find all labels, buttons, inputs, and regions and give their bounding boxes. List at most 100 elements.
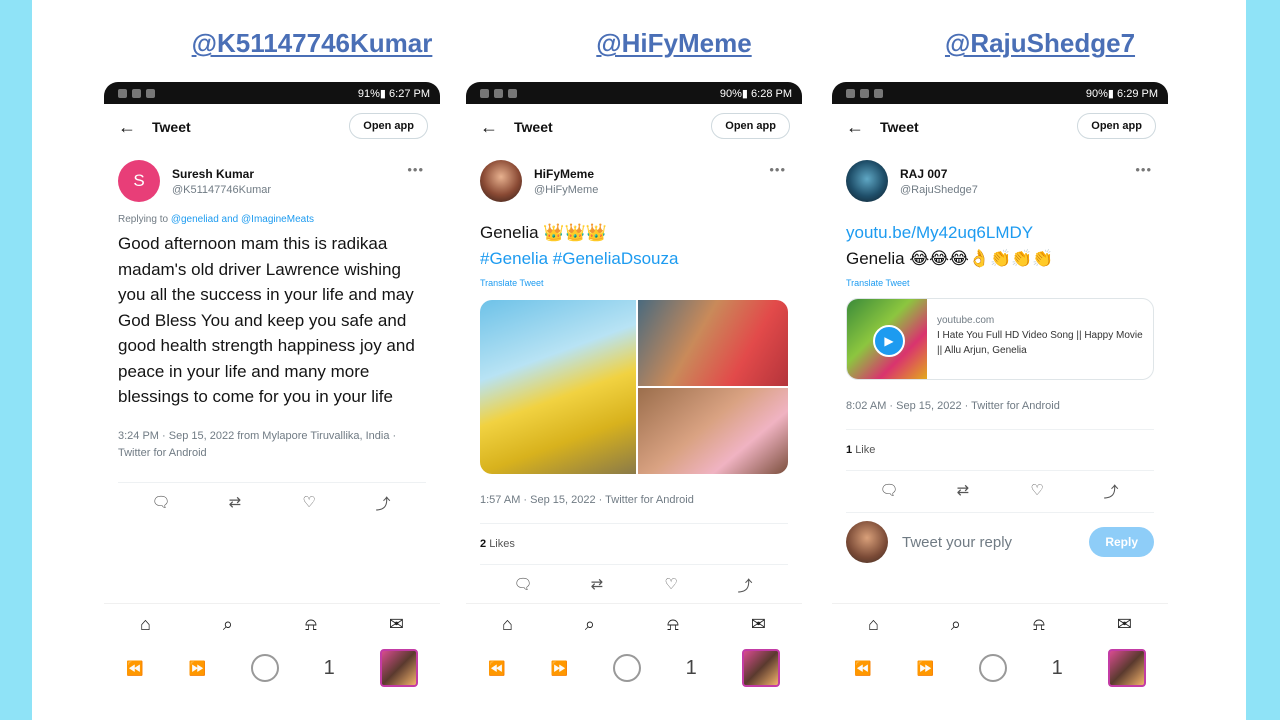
play-icon[interactable]: ▶ (873, 325, 905, 357)
forward-icon[interactable]: ⏩ (551, 660, 568, 677)
tweet-header: ← Tweet Open app (466, 104, 802, 150)
more-options-icon[interactable]: ••• (1135, 162, 1152, 177)
status-text: 90%▮ 6:28 PM (719, 87, 792, 100)
open-app-button[interactable]: Open app (1077, 113, 1156, 139)
author-name[interactable]: Suresh Kumar (172, 167, 271, 181)
back-arrow-icon[interactable]: ← (118, 117, 152, 138)
handle-caption-2: @HiFyMeme (596, 28, 752, 58)
reply-icon[interactable]: 🗨 (511, 575, 535, 596)
home-circle-icon[interactable] (612, 654, 641, 682)
phone-screenshot-1: 91%▮ 6:27 PM ← Tweet Open app S Suresh K… (104, 82, 440, 696)
bottom-nav: ⌂ ⌕ ⍾ ✉ (466, 603, 802, 644)
home-icon[interactable]: ⌂ (502, 614, 513, 635)
avatar[interactable] (846, 160, 888, 202)
bottom-nav: ⌂ ⌕ ⍾ ✉ (104, 603, 440, 644)
forward-icon[interactable]: ⏩ (189, 660, 206, 677)
home-icon[interactable]: ⌂ (140, 614, 151, 635)
likes-count[interactable]: 1 Like (832, 430, 1168, 470)
rewind-icon[interactable]: ⏪ (488, 660, 505, 677)
author-handle[interactable]: @K51147746Kumar (172, 184, 271, 196)
tweet-hashtags[interactable]: #Genelia #GeneliaDsouza (480, 246, 788, 272)
mail-icon[interactable]: ✉ (389, 614, 404, 635)
handle-caption-3: @RajuShedge7 (944, 28, 1136, 58)
tweet-actions: 🗨 ⇄ ♡ ⤴ (104, 483, 440, 524)
app-thumbnail[interactable] (379, 649, 418, 687)
search-icon[interactable]: ⌕ (951, 614, 961, 635)
home-circle-icon[interactable] (250, 654, 279, 682)
reply-input[interactable]: Tweet your reply (902, 534, 1012, 551)
author-handle[interactable]: @RajuShedge7 (900, 184, 978, 196)
like-icon[interactable]: ♡ (659, 575, 683, 596)
tweet-text-line: Genelia 😂😂😂👌👏👏👏 (846, 249, 1054, 268)
page-title: Tweet (880, 119, 919, 135)
status-bar: 90%▮ 6:29 PM (832, 82, 1168, 104)
replying-mentions[interactable]: @geneliad and @ImagineMeats (171, 214, 314, 225)
media-photo[interactable] (638, 300, 788, 386)
share-icon[interactable]: ⤴ (733, 575, 757, 596)
likes-count[interactable]: 2 Likes (466, 524, 802, 564)
tweet-text: Good afternoon mam this is radikaa madam… (118, 234, 415, 406)
back-arrow-icon[interactable]: ← (846, 117, 880, 138)
handle-caption-1: @K51147746Kumar (191, 28, 433, 58)
video-thumbnail[interactable]: ▶ (847, 299, 927, 379)
media-photo[interactable] (638, 388, 788, 474)
translate-tweet-link[interactable]: Translate Tweet (832, 272, 1168, 288)
media-photo[interactable] (480, 300, 636, 474)
likes-number: 1 (846, 444, 853, 456)
retweet-icon[interactable]: ⇄ (585, 575, 609, 596)
home-icon[interactable]: ⌂ (868, 614, 879, 635)
avatar[interactable] (480, 160, 522, 202)
rewind-icon[interactable]: ⏪ (126, 660, 143, 677)
search-icon[interactable]: ⌕ (223, 614, 233, 635)
mail-icon[interactable]: ✉ (1117, 614, 1132, 635)
share-icon[interactable]: ⤴ (1099, 481, 1123, 502)
tweet-author: RAJ 007 @RajuShedge7 ••• (832, 150, 1168, 206)
mail-icon[interactable]: ✉ (751, 614, 766, 635)
rewind-icon[interactable]: ⏪ (854, 660, 871, 677)
like-icon[interactable]: ♡ (1025, 481, 1049, 502)
bell-icon[interactable]: ⍾ (667, 614, 679, 635)
status-text: 90%▮ 6:29 PM (1085, 87, 1158, 100)
card-domain: youtube.com (937, 315, 995, 326)
reply-icon[interactable]: 🗨 (149, 493, 173, 514)
like-icon[interactable]: ♡ (297, 493, 321, 514)
page-title: Tweet (514, 119, 553, 135)
more-options-icon[interactable]: ••• (769, 162, 786, 177)
app-thumbnail[interactable] (741, 649, 780, 687)
system-nav-bar: ⏪ ⏩ 1 (104, 648, 440, 688)
author-name[interactable]: HiFyMeme (534, 167, 598, 181)
forward-icon[interactable]: ⏩ (917, 660, 934, 677)
app-thumbnail[interactable] (1107, 649, 1146, 687)
page-title: Tweet (152, 119, 191, 135)
back-arrow-icon[interactable]: ← (480, 117, 514, 138)
card-title: I Hate You Full HD Video Song || Happy M… (937, 330, 1143, 356)
share-icon[interactable]: ⤴ (371, 493, 395, 514)
phone-screenshot-3: 90%▮ 6:29 PM ← Tweet Open app RAJ 007 @R… (832, 82, 1168, 696)
avatar[interactable]: S (118, 160, 160, 202)
retweet-icon[interactable]: ⇄ (951, 481, 975, 502)
likes-label: Likes (489, 538, 515, 550)
open-app-button[interactable]: Open app (711, 113, 790, 139)
system-nav-bar: ⏪ ⏩ 1 (466, 648, 802, 688)
tweet-meta: 1:57 AM · Sep 15, 2022 · Twitter for And… (480, 494, 694, 506)
author-handle[interactable]: @HiFyMeme (534, 184, 598, 196)
author-name[interactable]: RAJ 007 (900, 167, 978, 181)
translate-tweet-link[interactable]: Translate Tweet (466, 272, 802, 288)
tweet-link[interactable]: youtu.be/My42uq6LMDY (846, 220, 1154, 246)
retweet-icon[interactable]: ⇄ (223, 493, 247, 514)
phone-screenshot-2: 90%▮ 6:28 PM ← Tweet Open app HiFyMeme @… (466, 82, 802, 696)
system-nav-bar: ⏪ ⏩ 1 (832, 648, 1168, 688)
bell-icon[interactable]: ⍾ (1033, 614, 1045, 635)
link-preview-card[interactable]: ▶ youtube.com I Hate You Full HD Video S… (846, 298, 1154, 380)
home-circle-icon[interactable] (978, 654, 1007, 682)
reply-icon[interactable]: 🗨 (877, 481, 901, 502)
bell-icon[interactable]: ⍾ (305, 614, 317, 635)
replying-to: Replying to @geneliad and @ImagineMeats (104, 206, 440, 225)
avatar (846, 521, 888, 563)
search-icon[interactable]: ⌕ (585, 614, 595, 635)
tweet-media-grid (480, 300, 788, 474)
reply-button[interactable]: Reply (1089, 527, 1154, 557)
open-app-button[interactable]: Open app (349, 113, 428, 139)
likes-label: Like (855, 444, 876, 456)
more-options-icon[interactable]: ••• (407, 162, 424, 177)
